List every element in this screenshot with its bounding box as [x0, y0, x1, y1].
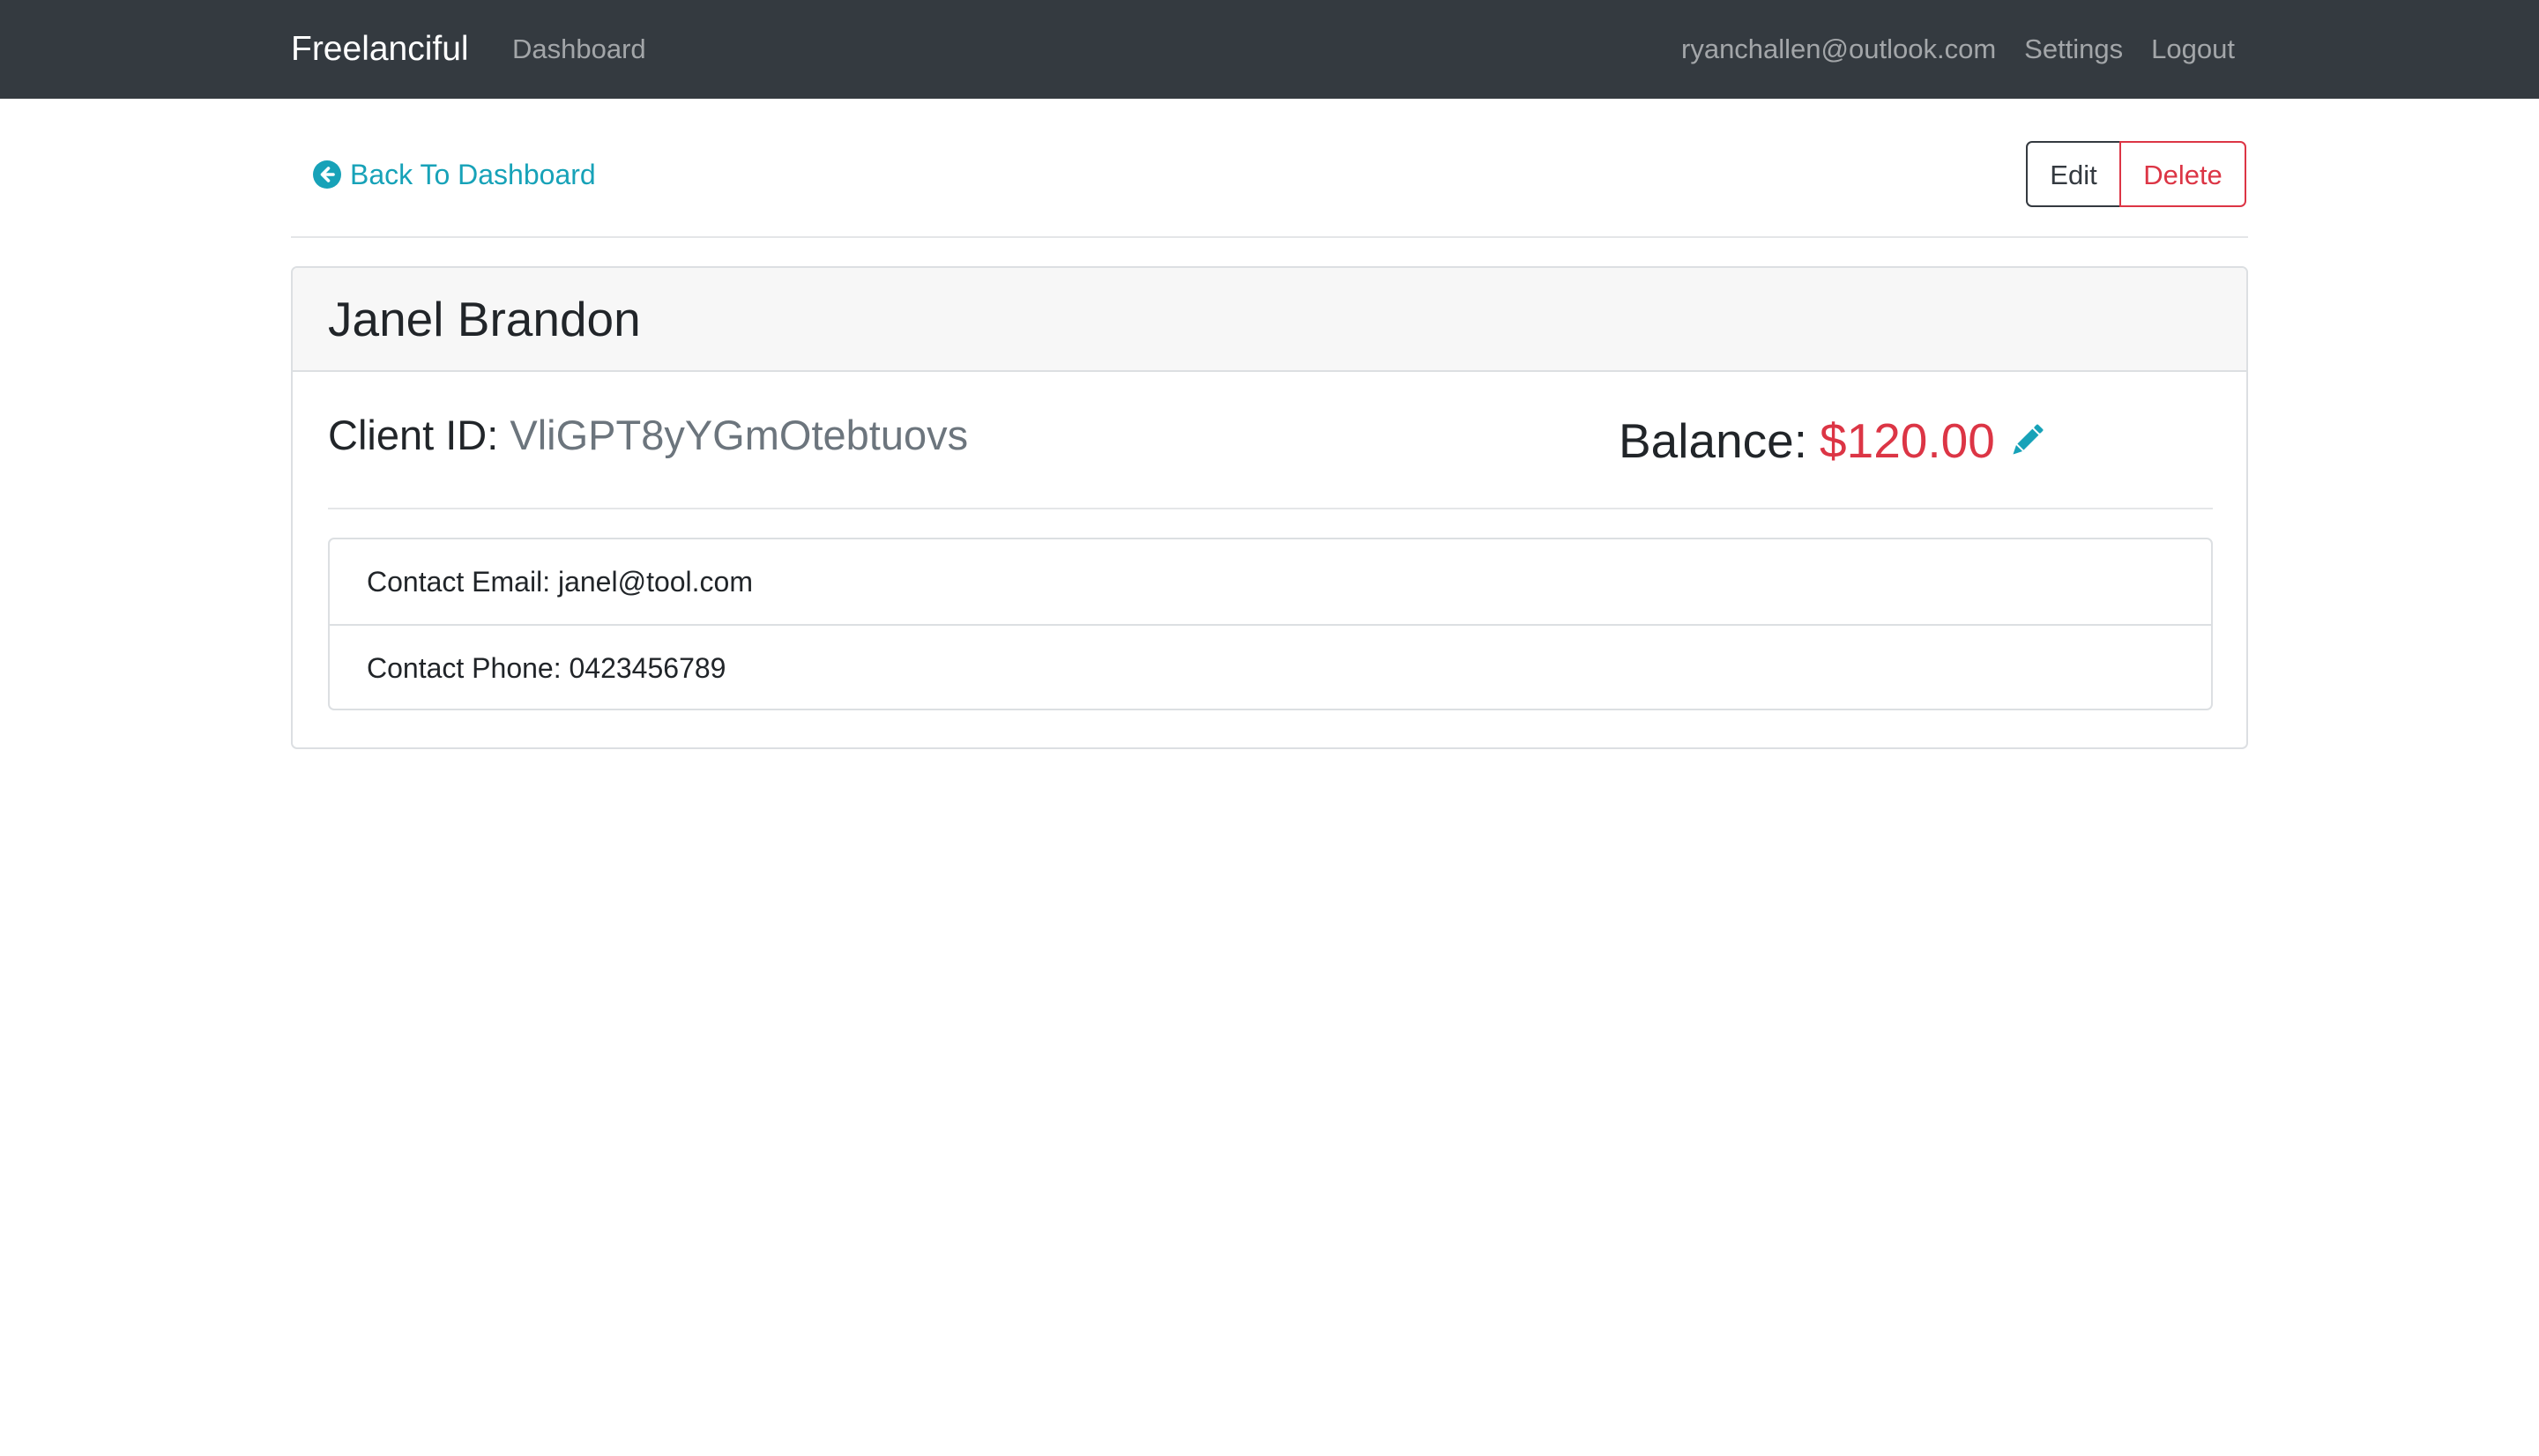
client-card: Janel Brandon Client ID: VliGPT8yYGmOteb… [291, 266, 2248, 749]
card-divider [328, 508, 2213, 509]
back-link-label: Back To Dashboard [350, 158, 596, 190]
arrow-circle-left-icon [313, 160, 341, 189]
brand-logo[interactable]: Freelanciful [291, 0, 469, 99]
nav-user-email[interactable]: ryanchallen@outlook.com [1681, 0, 1996, 99]
balance-label: Balance: [1619, 413, 1808, 468]
back-to-dashboard-link[interactable]: Back To Dashboard [313, 155, 596, 194]
balance-value: $120.00 [1820, 413, 1995, 468]
client-id: Client ID: VliGPT8yYGmOtebtuovs [328, 409, 968, 462]
client-actions: Edit Delete [2026, 141, 2246, 207]
edit-button[interactable]: Edit [2026, 141, 2121, 207]
top-navbar: Freelanciful Dashboard ryanchallen@outlo… [0, 0, 2539, 99]
nav-logout-link[interactable]: Logout [2151, 0, 2235, 99]
client-id-label: Client ID: [328, 412, 499, 458]
divider [291, 236, 2248, 238]
client-name: Janel Brandon [328, 292, 641, 346]
pencil-icon[interactable] [2006, 420, 2048, 462]
card-header: Janel Brandon [293, 268, 2246, 372]
client-id-value: VliGPT8yYGmOtebtuovs [510, 412, 969, 458]
nav-settings-link[interactable]: Settings [2024, 0, 2123, 99]
delete-button[interactable]: Delete [2119, 141, 2246, 207]
contact-email: Contact Email: janel@tool.com [367, 566, 753, 598]
contact-phone: Contact Phone: 0423456789 [330, 624, 2211, 709]
navbar-right: ryanchallen@outlook.com Settings Logout [1681, 0, 2235, 99]
client-balance: Balance: $120.00 [1619, 412, 2048, 470]
contact-list: Contact Email: janel@tool.com Contact Ph… [328, 538, 2213, 710]
nav-dashboard-link[interactable]: Dashboard [512, 0, 646, 99]
